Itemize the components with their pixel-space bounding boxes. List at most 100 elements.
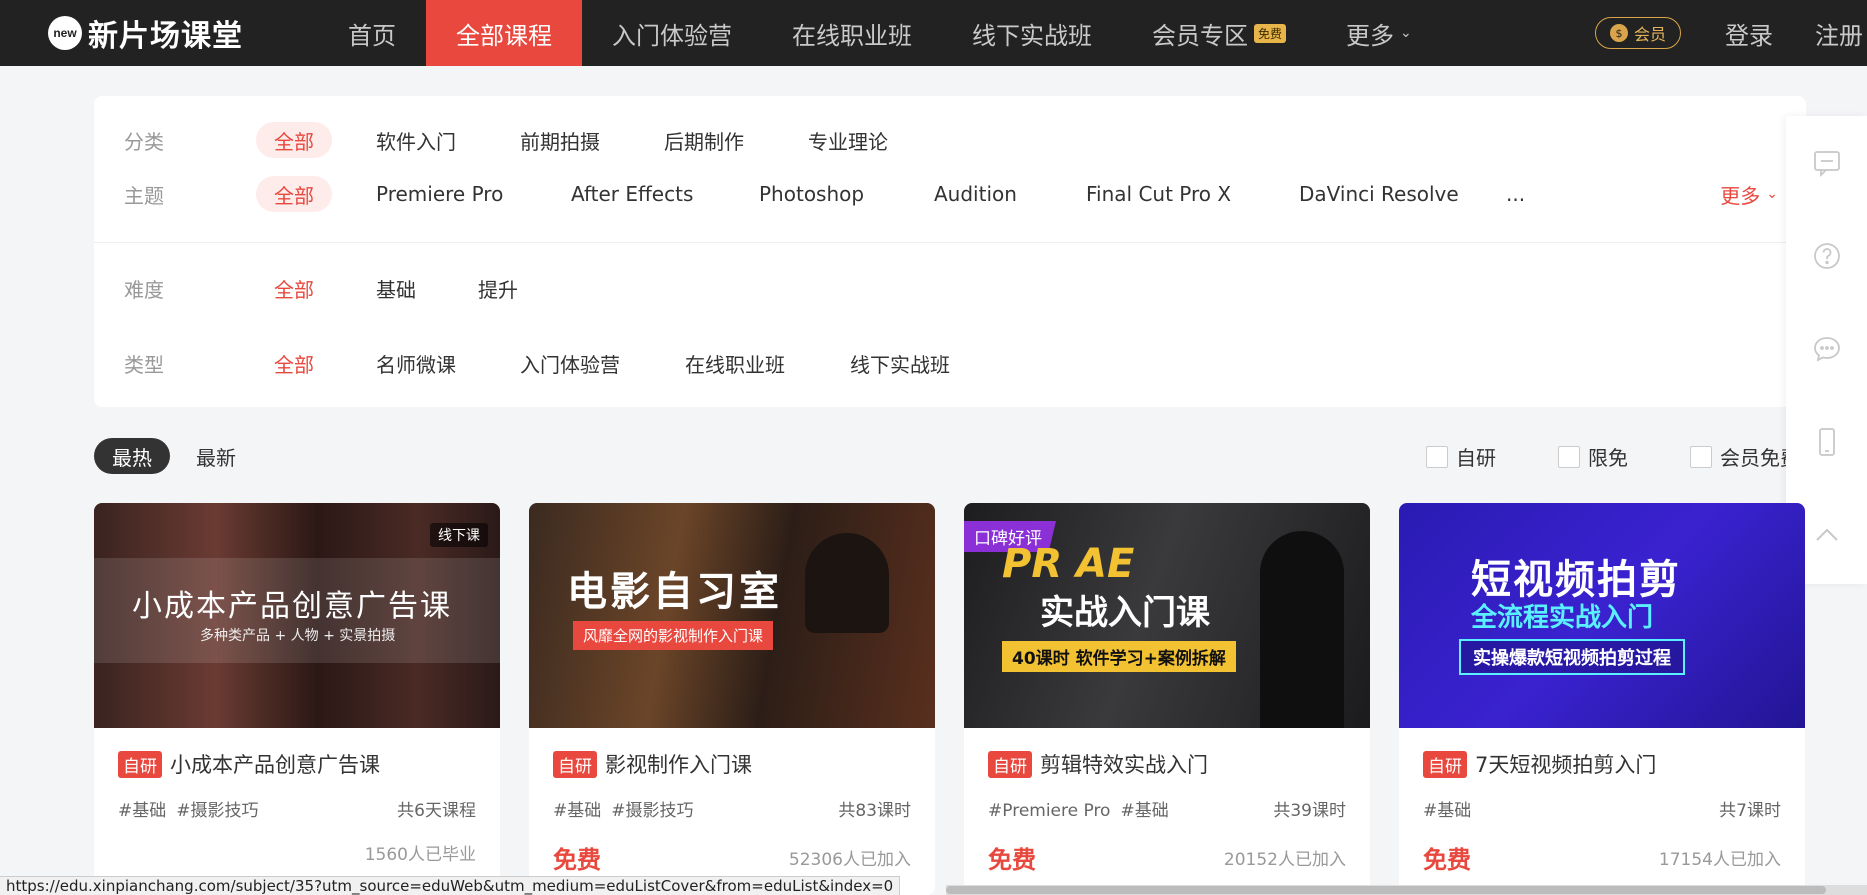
- self-made-badge: 自研: [1423, 750, 1467, 778]
- mobile-app-button[interactable]: [1786, 395, 1867, 488]
- sort-hot-button[interactable]: 最热: [94, 438, 170, 474]
- course-tags: #基础 #摄影技巧: [118, 796, 269, 821]
- nav-item-all-courses[interactable]: 全部课程: [426, 0, 582, 66]
- filter-option[interactable]: 提升: [478, 270, 518, 306]
- course-tags: #Premiere Pro #基础: [988, 796, 1179, 821]
- filter-option[interactable]: 软件入门: [376, 122, 456, 158]
- filter-option[interactable]: 前期拍摄: [520, 122, 600, 158]
- filter-option[interactable]: 入门体验营: [520, 345, 620, 381]
- filter-row-difficulty: 难度 全部 基础 提升: [94, 268, 1806, 308]
- horizontal-scrollbar[interactable]: [946, 885, 1867, 895]
- checkbox[interactable]: [1558, 445, 1580, 468]
- course-cover[interactable]: 口碑好评 PR AE 实战入门课 40课时 软件学习+案例拆解: [964, 503, 1370, 728]
- course-title[interactable]: 7天短视频拍剪入门: [1475, 749, 1656, 779]
- filter-check-vip-free[interactable]: 会员免费: [1690, 442, 1800, 471]
- filter-row-category: 分类 全部 软件入门 前期拍摄 后期制作 专业理论: [94, 120, 1806, 160]
- course-tags: #基础: [1423, 796, 1481, 821]
- cover-title: 电影自习室: [567, 569, 782, 615]
- chat-button[interactable]: [1786, 302, 1867, 395]
- nav-item-offline-class[interactable]: 线下实战班: [942, 0, 1122, 66]
- brand-logo[interactable]: new 新片场课堂: [48, 11, 318, 55]
- course-title[interactable]: 影视制作入门课: [605, 749, 752, 779]
- checkbox[interactable]: [1690, 445, 1712, 468]
- filter-option[interactable]: DaVinci Resolve: [1299, 176, 1459, 212]
- cover-title-line2: 全流程实战入门: [1471, 603, 1654, 633]
- chevron-down-icon: ⌄: [1400, 25, 1412, 41]
- filter-option[interactable]: Final Cut Pro X: [1086, 176, 1231, 212]
- tag[interactable]: #摄影技巧: [611, 801, 693, 821]
- filter-option[interactable]: 全部: [256, 176, 332, 212]
- nav-item-vip-zone[interactable]: 会员专区 免费: [1122, 0, 1316, 66]
- self-made-badge: 自研: [988, 750, 1032, 778]
- lesson-count: 共6天课程: [397, 801, 476, 821]
- filter-option[interactable]: After Effects: [571, 176, 693, 212]
- course-price: 免费: [988, 846, 1036, 874]
- filter-option[interactable]: Photoshop: [759, 176, 864, 212]
- cover-subtitle: 风靡全网的影视制作入门课: [573, 621, 774, 650]
- filter-option[interactable]: 专业理论: [808, 122, 888, 158]
- filter-check-limited-free[interactable]: 限免: [1558, 442, 1628, 471]
- nav-item-label: 首页: [348, 21, 396, 50]
- sort-new-button[interactable]: 最新: [178, 438, 254, 474]
- filter-option[interactable]: 后期制作: [664, 122, 744, 158]
- course-card[interactable]: 短视频拍剪 全流程实战入门 实操爆款短视频拍剪过程 自研 7天短视频拍剪入门 #…: [1399, 503, 1805, 895]
- help-button[interactable]: [1786, 209, 1867, 302]
- nav-item-more[interactable]: 更多 ⌄: [1316, 0, 1442, 66]
- tag[interactable]: #摄影技巧: [176, 801, 258, 821]
- nav-item-label: 线下实战班: [972, 21, 1092, 50]
- course-card[interactable]: 口碑好评 PR AE 实战入门课 40课时 软件学习+案例拆解 自研 剪辑特效实…: [964, 503, 1370, 895]
- tag[interactable]: #基础: [118, 801, 166, 821]
- nav-item-home[interactable]: 首页: [318, 0, 426, 66]
- filter-option[interactable]: 线下实战班: [850, 345, 950, 381]
- cover-subtitle: 实操爆款短视频拍剪过程: [1459, 639, 1685, 675]
- filter-option[interactable]: 全部: [274, 270, 314, 306]
- course-cover[interactable]: 小成本产品创意广告课 多种类产品 + 人物 + 实景拍摄 线下课: [94, 503, 500, 728]
- lesson-count: 共7课时: [1719, 801, 1781, 821]
- course-cover[interactable]: 电影自习室 风靡全网的影视制作入门课: [529, 503, 935, 728]
- filter-option[interactable]: 全部: [256, 122, 332, 158]
- chevron-up-icon: [1815, 528, 1838, 541]
- top-nav: new 新片场课堂 首页 全部课程 入门体验营 在线职业班 线下实战班 会员专区…: [0, 0, 1867, 66]
- crown-icon: $: [1609, 24, 1628, 42]
- cover-subtitle: 40课时 软件学习+案例拆解: [1002, 641, 1236, 672]
- filter-option-ellipsis[interactable]: ...: [1506, 176, 1525, 212]
- tag[interactable]: #基础: [1423, 801, 1471, 821]
- self-made-badge: 自研: [118, 750, 162, 778]
- course-card[interactable]: 小成本产品创意广告课 多种类产品 + 人物 + 实景拍摄 线下课 自研 小成本产…: [94, 503, 500, 895]
- filter-option[interactable]: 在线职业班: [685, 345, 785, 381]
- checkbox[interactable]: [1426, 445, 1448, 468]
- cover-person: [1260, 531, 1344, 728]
- nav-item-label: 更多: [1346, 21, 1395, 50]
- filter-check-self[interactable]: 自研: [1426, 442, 1496, 471]
- tag[interactable]: #Premiere Pro: [988, 801, 1110, 821]
- course-cover[interactable]: 短视频拍剪 全流程实战入门 实操爆款短视频拍剪过程: [1399, 503, 1805, 728]
- filter-option[interactable]: Audition: [934, 176, 1017, 212]
- tag[interactable]: #基础: [1120, 801, 1168, 821]
- feedback-button[interactable]: [1786, 116, 1867, 209]
- course-card[interactable]: 电影自习室 风靡全网的影视制作入门课 自研 影视制作入门课 #基础 #摄影技巧 共…: [529, 503, 935, 895]
- card-bottom: 免费 20152人已加入: [988, 840, 1346, 875]
- nav-item-label: 在线职业班: [792, 21, 912, 50]
- filter-option[interactable]: 基础: [376, 270, 416, 306]
- learner-count: 20152人已加入: [1223, 850, 1346, 870]
- card-meta: #基础 共7课时: [1423, 796, 1781, 821]
- card-bottom: 免费 52306人已加入: [553, 840, 911, 875]
- filter-label: 难度: [124, 277, 164, 302]
- filter-option[interactable]: 名师微课: [376, 345, 456, 381]
- nav-item-online-class[interactable]: 在线职业班: [762, 0, 942, 66]
- tag[interactable]: #基础: [553, 801, 601, 821]
- course-title[interactable]: 小成本产品创意广告课: [170, 749, 380, 779]
- card-title-line: 自研 7天短视频拍剪入门: [1423, 749, 1656, 779]
- phone-icon: [1818, 427, 1835, 456]
- course-title[interactable]: 剪辑特效实战入门: [1040, 749, 1208, 779]
- vip-button[interactable]: $ 会员: [1594, 17, 1681, 49]
- nav-item-intro-camp[interactable]: 入门体验营: [582, 0, 762, 66]
- filter-option[interactable]: 全部: [274, 345, 314, 381]
- filter-option[interactable]: Premiere Pro: [376, 176, 503, 212]
- course-price: 免费: [1423, 846, 1471, 874]
- login-link[interactable]: 登录: [1725, 16, 1773, 51]
- register-link[interactable]: 注册: [1815, 16, 1867, 51]
- scrollbar-thumb[interactable]: [946, 886, 1826, 894]
- more-topics-link[interactable]: 更多 ⌄: [1720, 180, 1778, 209]
- logo-badge: new: [48, 16, 82, 50]
